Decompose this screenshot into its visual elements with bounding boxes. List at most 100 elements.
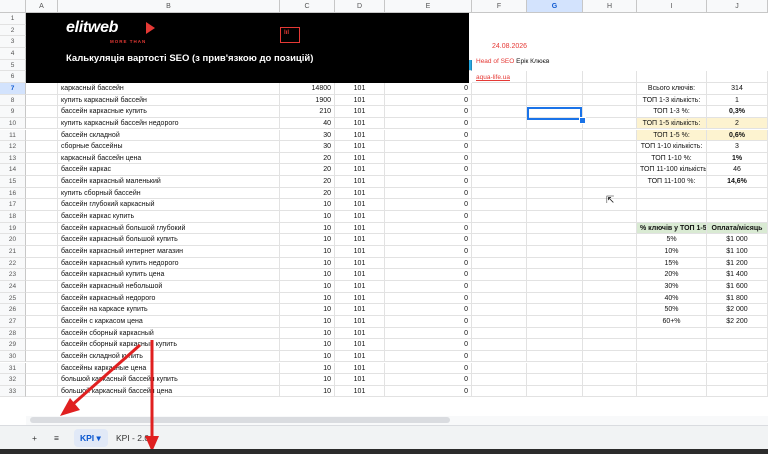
row-header[interactable]: 12 [0,141,26,153]
grid-cell[interactable] [527,176,583,188]
url-cell[interactable]: 0 [385,222,472,235]
grid-cell[interactable] [527,339,583,351]
grid-cell[interactable] [527,187,583,200]
grid-cell[interactable] [583,129,637,142]
grid-cell[interactable] [472,385,527,398]
grid-cell[interactable] [527,257,583,270]
grid-cell[interactable] [527,362,583,375]
row-header[interactable]: 18 [0,211,26,223]
grid-cell[interactable] [26,129,58,142]
row-header[interactable]: 33 [0,385,26,398]
grid-cell[interactable] [26,117,58,130]
grid-cell[interactable] [583,280,637,293]
grid-cell[interactable] [26,176,58,188]
position-cell[interactable]: 101 [335,234,385,246]
grid-cell[interactable] [527,292,583,305]
url-cell[interactable]: 0 [385,117,472,130]
grid-cell[interactable] [472,234,527,246]
grid-cell[interactable] [527,304,583,316]
position-cell[interactable]: 101 [335,339,385,351]
grid-cell[interactable] [527,374,583,386]
grid-cell[interactable] [583,257,637,270]
url-cell[interactable]: 0 [385,385,472,398]
frequency-cell[interactable]: 10 [280,280,335,293]
row-header[interactable]: 29 [0,339,26,351]
row-header[interactable]: 11 [0,129,26,142]
grid-cell[interactable] [583,315,637,328]
position-cell[interactable]: 101 [335,117,385,130]
url-cell[interactable]: 0 [385,292,472,305]
grid-cell[interactable] [472,82,527,95]
grid-cell[interactable] [637,199,707,212]
grid-cell[interactable] [26,269,58,281]
query-cell[interactable]: бассейн складной [58,129,280,142]
column-header-j[interactable]: J [707,0,768,13]
row-header[interactable]: 15 [0,176,26,188]
query-cell[interactable]: купить каркасный бассейн [58,94,280,107]
grid-cell[interactable] [472,117,527,130]
grid-cell[interactable] [583,246,637,258]
grid-cell[interactable] [527,82,583,95]
grid-cell[interactable] [527,141,583,153]
grid-cell[interactable] [583,141,637,153]
frequency-cell[interactable]: 10 [280,339,335,351]
url-cell[interactable]: 0 [385,246,472,258]
position-cell[interactable]: 101 [335,374,385,386]
position-cell[interactable]: 101 [335,164,385,177]
grid-cell[interactable] [472,106,527,118]
row-header[interactable]: 16 [0,187,26,200]
url-cell[interactable]: 0 [385,339,472,351]
row-header[interactable]: 9 [0,106,26,118]
position-cell[interactable]: 101 [335,82,385,95]
frequency-cell[interactable]: 30 [280,129,335,142]
row-header[interactable]: 6 [0,71,26,83]
grid-cell[interactable] [472,141,527,153]
row-header[interactable]: 21 [0,246,26,258]
all-sheets-menu-button[interactable]: ≡ [48,429,65,447]
row-header[interactable]: 4 [0,47,26,60]
url-cell[interactable]: 0 [385,199,472,212]
grid-cell[interactable] [707,385,768,398]
position-cell[interactable]: 101 [335,350,385,363]
position-cell[interactable]: 101 [335,129,385,142]
position-cell[interactable]: 101 [335,304,385,316]
position-cell[interactable]: 101 [335,292,385,305]
query-cell[interactable]: купить каркасный бассейн недорого [58,117,280,130]
row-header[interactable]: 5 [0,59,26,72]
frequency-cell[interactable]: 40 [280,117,335,130]
grid-cell[interactable] [472,129,527,142]
grid-cell[interactable] [472,374,527,386]
grid-cell[interactable] [26,362,58,375]
grid-cell[interactable] [26,280,58,293]
grid-cell[interactable] [583,117,637,130]
grid-cell[interactable] [472,211,527,223]
url-cell[interactable]: 0 [385,211,472,223]
column-header-e[interactable]: E [385,0,472,13]
grid-cell[interactable] [527,327,583,340]
grid-cell[interactable] [26,327,58,340]
grid-cell[interactable] [637,71,707,83]
query-cell[interactable]: бассейн сборный каркасный [58,327,280,340]
frequency-cell[interactable]: 10 [280,304,335,316]
grid-cell[interactable] [583,304,637,316]
url-cell[interactable]: 0 [385,374,472,386]
grid-cell[interactable] [583,82,637,95]
position-cell[interactable]: 101 [335,222,385,235]
position-cell[interactable]: 101 [335,385,385,398]
site-link[interactable]: aqua-life.ua [476,74,510,81]
grid-cell[interactable] [637,385,707,398]
grid-cell[interactable] [527,129,583,142]
grid-cell[interactable] [26,234,58,246]
query-cell[interactable]: бассейны каркасные цена [58,362,280,375]
grid-cell[interactable] [26,141,58,153]
grid-cell[interactable] [527,222,583,235]
query-cell[interactable]: сборные бассейны [58,141,280,153]
position-cell[interactable]: 101 [335,199,385,212]
grid-cell[interactable] [472,304,527,316]
grid-cell[interactable] [26,350,58,363]
sheet-tab-kpi-2[interactable]: KPI - 2.0 ▾ [110,429,170,447]
query-cell[interactable]: большой каркасный бассейн купить [58,374,280,386]
position-cell[interactable]: 101 [335,106,385,118]
frequency-cell[interactable]: 10 [280,246,335,258]
grid-cell[interactable] [583,269,637,281]
